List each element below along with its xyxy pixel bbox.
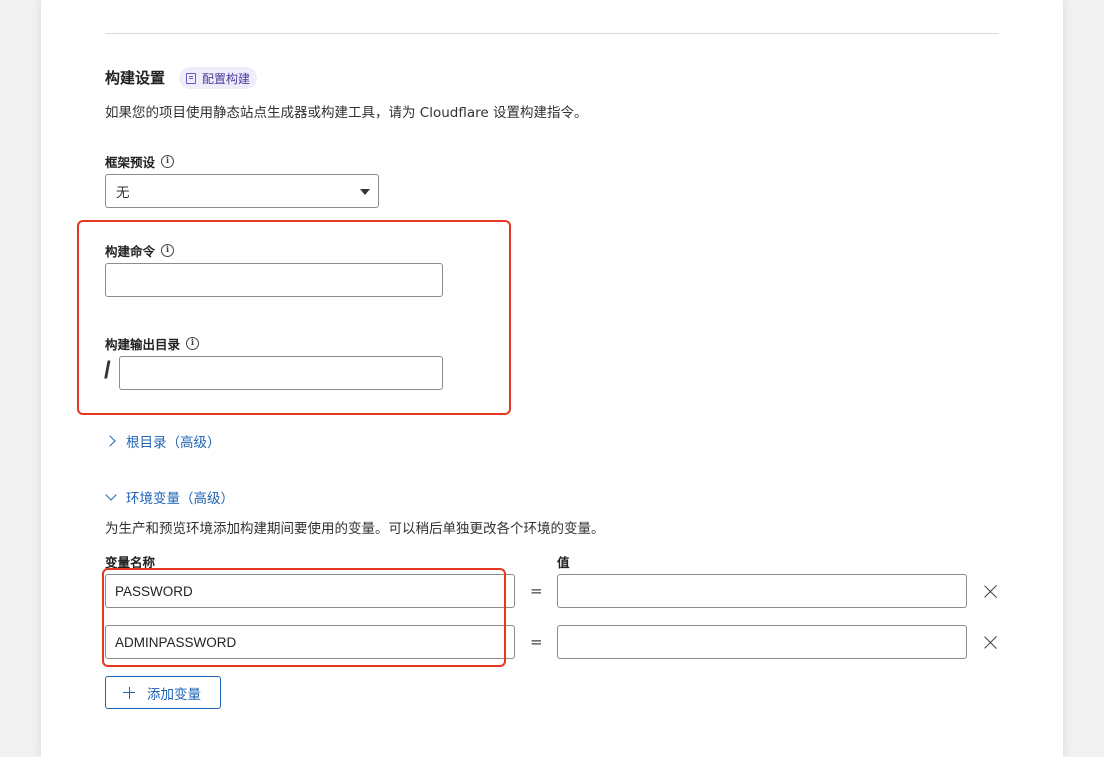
add-variable-label: 添加变量	[147, 686, 201, 703]
info-icon[interactable]: i	[186, 337, 200, 350]
highlight-box-var-names	[102, 568, 506, 667]
framework-preset-select[interactable]: 无	[105, 174, 379, 208]
var-value-input[interactable]	[557, 625, 967, 659]
output-dir-label-text: 构建输出目录	[105, 337, 181, 352]
root-dir-expander-label: 根目录（高级）	[126, 435, 221, 451]
caret-down-icon	[360, 189, 370, 195]
framework-preset-label-text: 框架预设	[105, 155, 156, 170]
plus-icon	[123, 686, 135, 699]
section-divider	[105, 33, 999, 34]
document-icon	[186, 72, 196, 84]
build-settings-description: 如果您的项目使用静态站点生成器或构建工具，请为 Cloudflare 设置构建指…	[105, 105, 588, 121]
env-vars-expander[interactable]: 环境变量（高级）	[105, 487, 234, 507]
output-dir-prefix: /	[104, 357, 111, 384]
var-value-header: 值	[557, 555, 570, 570]
output-dir-input[interactable]	[119, 356, 443, 390]
build-command-input[interactable]	[105, 263, 443, 297]
env-vars-description: 为生产和预览环境添加构建期间要使用的变量。可以稍后单独更改各个环境的变量。	[105, 521, 605, 537]
equals-sign: =	[530, 633, 543, 651]
section-title: 构建设置	[105, 69, 166, 87]
equals-sign: =	[530, 582, 543, 600]
var-value-input[interactable]	[557, 574, 967, 608]
build-settings-card: 构建设置 配置构建 如果您的项目使用静态站点生成器或构建工具，请为 Cloudf…	[41, 0, 1063, 757]
close-icon[interactable]	[983, 583, 999, 599]
info-icon[interactable]: i	[161, 155, 175, 168]
info-icon[interactable]: i	[161, 244, 175, 257]
add-variable-button[interactable]: 添加变量	[105, 676, 221, 709]
build-command-label: 构建命令 i	[105, 241, 175, 260]
build-command-label-text: 构建命令	[105, 244, 156, 259]
root-dir-expander[interactable]: 根目录（高级）	[104, 431, 221, 451]
chevron-down-icon	[105, 489, 117, 501]
close-icon[interactable]	[983, 634, 999, 650]
output-dir-label: 构建输出目录 i	[105, 334, 200, 353]
config-build-label: 配置构建	[202, 71, 251, 86]
framework-preset-label: 框架预设 i	[105, 152, 175, 171]
env-vars-expander-label: 环境变量（高级）	[126, 491, 234, 507]
framework-preset-value: 无	[116, 185, 130, 201]
chevron-right-icon	[104, 435, 116, 447]
config-build-badge[interactable]: 配置构建	[179, 67, 258, 89]
